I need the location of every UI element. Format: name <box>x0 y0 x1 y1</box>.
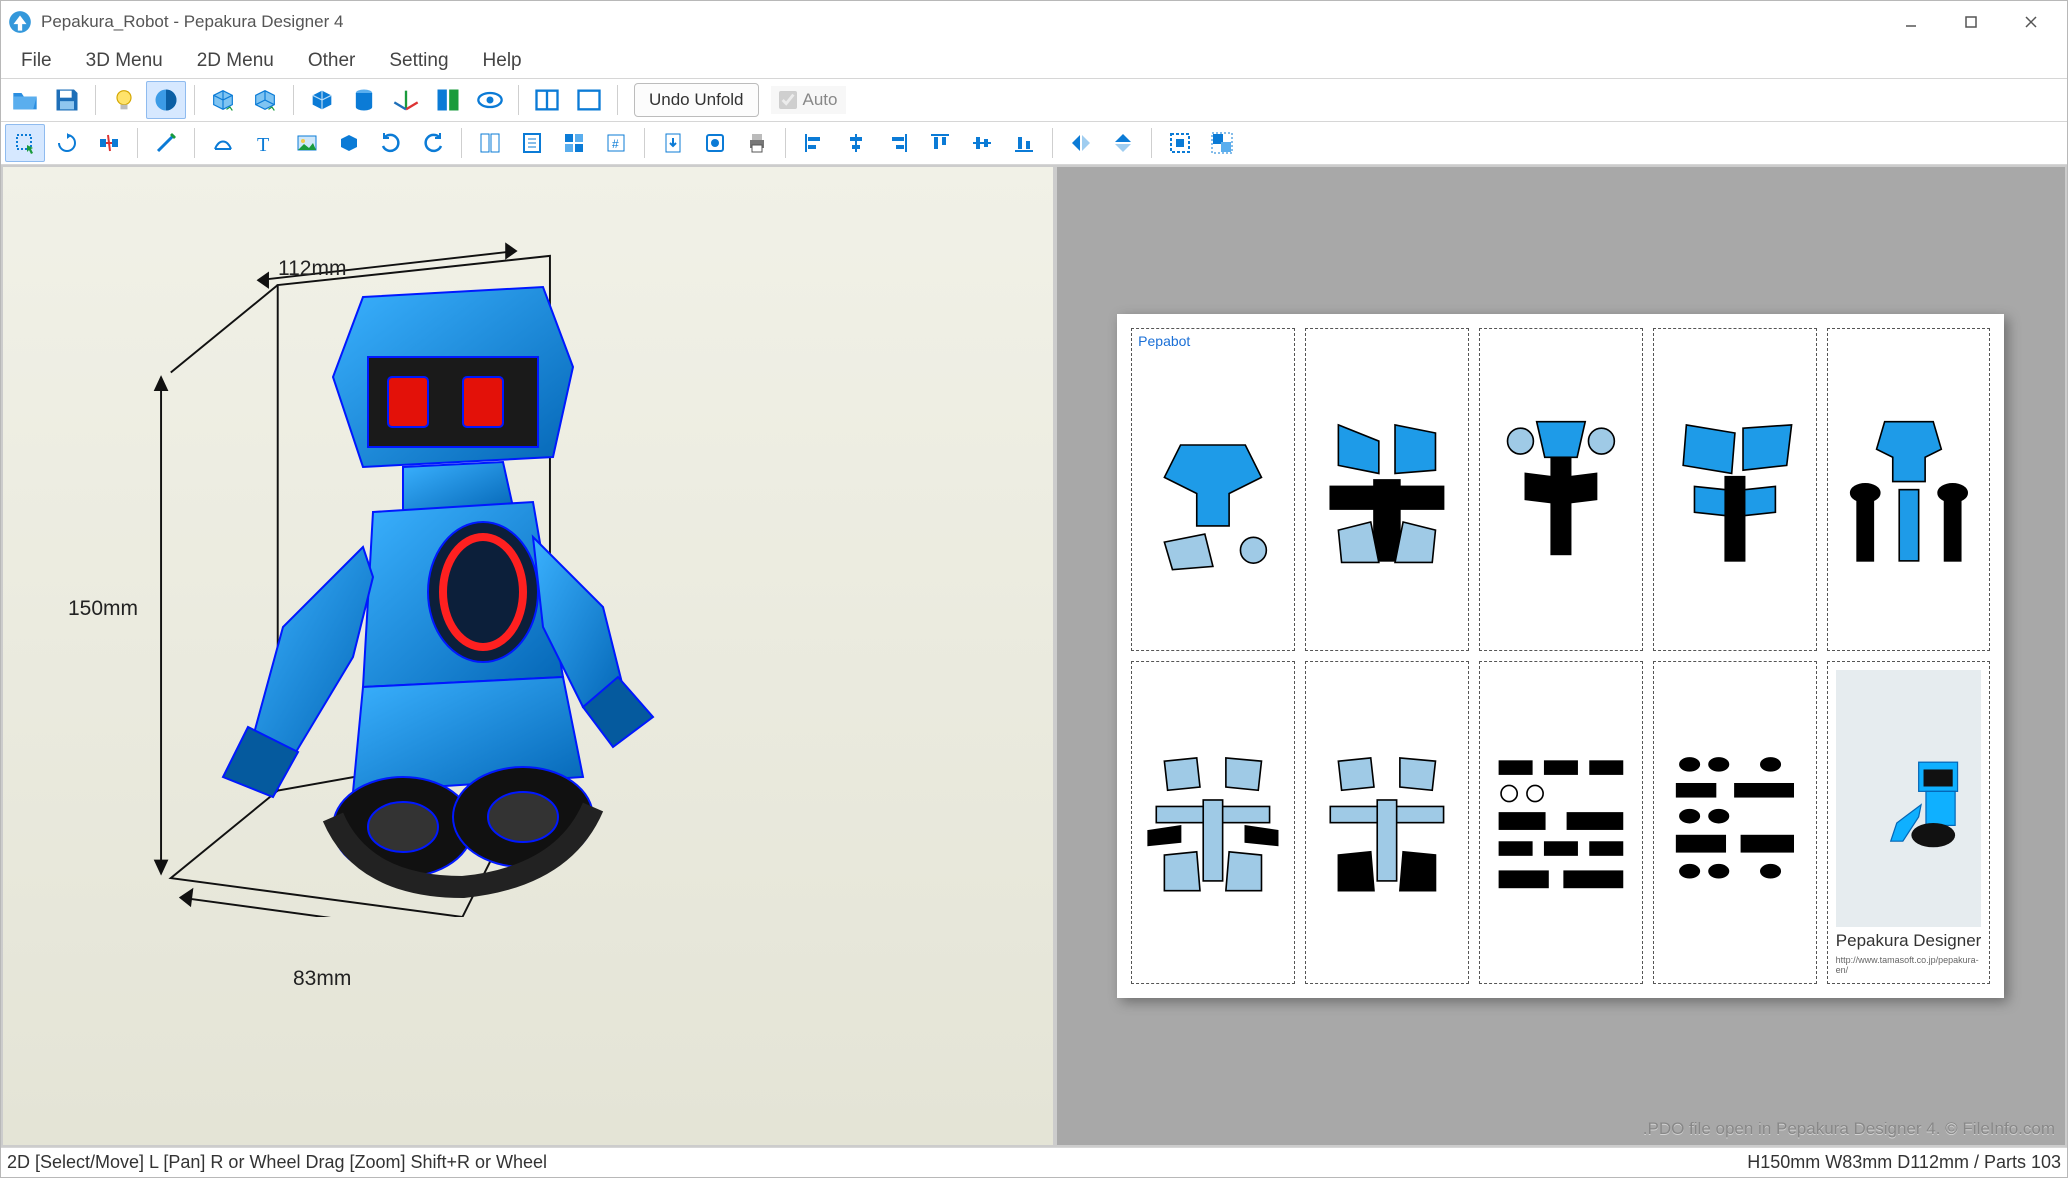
edge-edit-icon[interactable] <box>146 124 186 162</box>
cube-back-icon[interactable] <box>245 81 285 119</box>
sheet-title: Pepabot <box>1132 329 1294 353</box>
sheet-cell <box>1305 661 1469 984</box>
menu-3d[interactable]: 3D Menu <box>72 46 177 76</box>
unfold-sheet: Pepabot <box>1117 314 2004 999</box>
sheet-cell <box>1479 661 1643 984</box>
menu-file[interactable]: File <box>7 46 66 76</box>
papercraft-part-icon <box>1306 662 1468 983</box>
viewport-3d[interactable]: 112mm 150mm 83mm <box>1 165 1055 1147</box>
robot-model <box>163 257 703 917</box>
toolbar-primary: Undo Unfold Auto <box>1 79 2067 122</box>
flap-icon[interactable] <box>203 124 243 162</box>
product-name: Pepakura Designer <box>1836 931 1982 951</box>
papercraft-part-icon <box>1132 662 1294 983</box>
menu-other[interactable]: Other <box>294 46 370 76</box>
papercraft-part-icon <box>1480 329 1642 650</box>
menu-help[interactable]: Help <box>469 46 536 76</box>
papercraft-part-icon <box>1654 662 1816 983</box>
sheet-cell: Pepabot <box>1131 328 1295 651</box>
svg-text:#: # <box>612 137 619 151</box>
app-icon <box>7 9 33 35</box>
cylinder-icon[interactable] <box>344 81 384 119</box>
titlebar: Pepakura_Robot - Pepakura Designer 4 <box>1 1 2067 43</box>
watermark-text: .PDO file open in Pepakura Designer 4. ©… <box>1643 1119 2055 1139</box>
sheet-cell <box>1479 328 1643 651</box>
box-tool-icon[interactable] <box>329 124 369 162</box>
cube-solid-icon[interactable] <box>302 81 342 119</box>
statusbar-right: H150mm W83mm D112mm / Parts 103 <box>1747 1152 2061 1173</box>
papercraft-part-icon <box>1654 329 1816 650</box>
papercraft-part-icon <box>1132 353 1294 650</box>
join-disconnect-icon[interactable] <box>89 124 129 162</box>
window-title: Pepakura_Robot - Pepakura Designer 4 <box>41 12 1881 32</box>
split-vertical-icon[interactable] <box>527 81 567 119</box>
sheet-cell <box>1653 328 1817 651</box>
select-all-icon[interactable] <box>1160 124 1200 162</box>
rotate-tool-icon[interactable] <box>47 124 87 162</box>
visibility-icon[interactable] <box>470 81 510 119</box>
export-icon[interactable] <box>653 124 693 162</box>
print-icon[interactable] <box>737 124 777 162</box>
save-file-icon[interactable] <box>47 81 87 119</box>
toolbar-secondary: T # <box>1 122 2067 165</box>
auto-checkbox-wrap[interactable]: Auto <box>771 86 846 114</box>
papercraft-part-icon <box>1480 662 1642 983</box>
align-middle-v-icon[interactable] <box>962 124 1002 162</box>
number-icon[interactable]: # <box>596 124 636 162</box>
product-url: http://www.tamasoft.co.jp/pepakura-en/ <box>1836 955 1982 975</box>
text-tool-icon[interactable]: T <box>245 124 285 162</box>
auto-label: Auto <box>803 90 838 110</box>
final-preview <box>1836 670 1982 927</box>
print-preview-icon[interactable] <box>695 124 735 162</box>
flip-vertical-icon[interactable] <box>1103 124 1143 162</box>
redo-icon[interactable] <box>413 124 453 162</box>
papercraft-part-icon <box>1306 329 1468 650</box>
minimize-button[interactable] <box>1881 1 1941 43</box>
viewport-2d[interactable]: Pepabot <box>1055 165 2067 1147</box>
sheet-cell <box>1827 328 1991 651</box>
page-layout-icon[interactable] <box>470 124 510 162</box>
close-button[interactable] <box>2001 1 2061 43</box>
align-right-icon[interactable] <box>878 124 918 162</box>
statusbar-left: 2D [Select/Move] L [Pan] R or Wheel Drag… <box>7 1152 1747 1173</box>
arrange-icon[interactable] <box>554 124 594 162</box>
group-icon[interactable] <box>1202 124 1242 162</box>
menubar: File 3D Menu 2D Menu Other Setting Help <box>1 43 2067 79</box>
content-area: 112mm 150mm 83mm <box>1 165 2067 1147</box>
papercraft-part-icon <box>1828 329 1990 650</box>
dim-height-label: 150mm <box>68 597 138 621</box>
undo-icon[interactable] <box>371 124 411 162</box>
image-tool-icon[interactable] <box>287 124 327 162</box>
robot-preview-icon <box>1836 670 1982 927</box>
auto-checkbox[interactable] <box>779 91 797 109</box>
align-left-icon[interactable] <box>794 124 834 162</box>
align-center-h-icon[interactable] <box>836 124 876 162</box>
dim-width-label: 83mm <box>293 967 351 991</box>
sheet-cell-final: Pepakura Designer http://www.tamasoft.co… <box>1827 661 1991 984</box>
statusbar: 2D [Select/Move] L [Pan] R or Wheel Drag… <box>1 1147 2067 1177</box>
cube-front-icon[interactable] <box>203 81 243 119</box>
sheet-cell <box>1305 328 1469 651</box>
maximize-button[interactable] <box>1941 1 2001 43</box>
sheet-cell <box>1131 661 1295 984</box>
select-move-tool-icon[interactable] <box>5 124 45 162</box>
grid-color-icon[interactable] <box>428 81 468 119</box>
fit-page-icon[interactable] <box>512 124 552 162</box>
single-pane-icon[interactable] <box>569 81 609 119</box>
align-top-icon[interactable] <box>920 124 960 162</box>
window-controls <box>1881 1 2061 43</box>
align-bottom-icon[interactable] <box>1004 124 1044 162</box>
menu-2d[interactable]: 2D Menu <box>183 46 288 76</box>
sheet-cell <box>1653 661 1817 984</box>
menu-setting[interactable]: Setting <box>375 46 462 76</box>
svg-text:T: T <box>257 134 269 155</box>
app-window: Pepakura_Robot - Pepakura Designer 4 Fil… <box>0 0 2068 1178</box>
shading-toggle-icon[interactable] <box>146 81 186 119</box>
undo-unfold-button[interactable]: Undo Unfold <box>634 83 759 117</box>
flip-horizontal-icon[interactable] <box>1061 124 1101 162</box>
axes-icon[interactable] <box>386 81 426 119</box>
light-bulb-icon[interactable] <box>104 81 144 119</box>
open-file-icon[interactable] <box>5 81 45 119</box>
